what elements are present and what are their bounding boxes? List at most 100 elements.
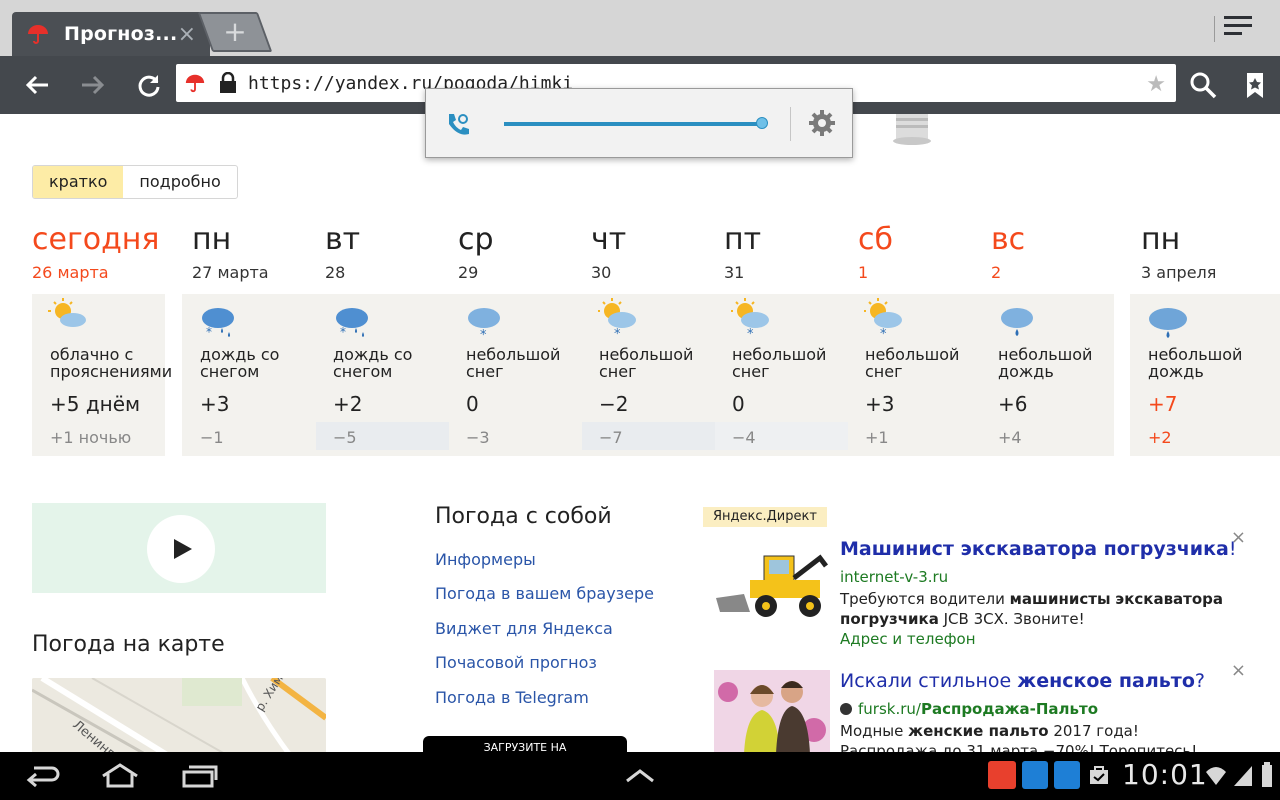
map-graphic: Ленинградское р. Химка (32, 678, 326, 758)
view-toggle: кратко подробно (32, 165, 238, 199)
ad-text: Требуются водители машинисты экскаватора… (840, 590, 1224, 628)
weather-description: облачно с прояснениями (50, 345, 173, 381)
rain-snow-icon: * (336, 308, 368, 339)
ad-image-coat[interactable] (714, 670, 830, 754)
night-temperature: −4 (732, 428, 756, 447)
weather-with-you-title: Погода с собой (435, 504, 612, 529)
weather-description: небольшой дождь (998, 345, 1093, 381)
day-temperature: +7 (1148, 392, 1178, 416)
reload-icon[interactable] (134, 70, 164, 100)
volume-slider-thumb[interactable] (756, 117, 768, 129)
link-widget[interactable]: Виджет для Яндекса (435, 619, 613, 638)
home-nav-icon[interactable] (100, 762, 140, 790)
ad-extra-link[interactable]: Адрес и телефон (840, 630, 976, 648)
light-snow-icon: * (468, 308, 500, 340)
night-temperature: +1 (865, 428, 889, 447)
bookmarks-icon[interactable] (1240, 70, 1270, 100)
phone-volume-icon (449, 114, 469, 135)
link-browser[interactable]: Погода в вашем браузере (435, 584, 654, 603)
forecast-day[interactable]: сегодня 26 марта (32, 222, 159, 282)
forward-icon[interactable] (78, 70, 108, 100)
toggle-detailed[interactable]: подробно (123, 166, 236, 198)
weather-map[interactable]: Ленинградское р. Химка (32, 678, 326, 758)
sun-snow-icon: * (598, 298, 636, 338)
day-temperature: +5 днём (50, 392, 141, 416)
wrench-icon[interactable] (1054, 761, 1080, 789)
night-temperature: −7 (599, 428, 623, 447)
wrench-icon[interactable] (1022, 761, 1048, 789)
ad-close-icon[interactable]: × (1231, 660, 1246, 681)
weather-description: дождь со снегом (200, 345, 280, 381)
night-temperature: −3 (466, 428, 490, 447)
volume-slider[interactable] (504, 122, 762, 126)
ad-url[interactable]: fursk.ru/Распродажа-Пальто (840, 700, 1098, 718)
back-nav-icon[interactable] (24, 764, 60, 788)
lock-icon (220, 72, 236, 93)
svg-text:*: * (340, 325, 346, 339)
link-informers[interactable]: Информеры (435, 550, 536, 569)
ad-title[interactable]: Искали стильное женское пальто? (840, 670, 1205, 692)
divider (1214, 16, 1215, 42)
aliexpress-icon[interactable] (988, 761, 1016, 789)
chevron-up-icon[interactable] (624, 768, 656, 784)
ad-image-excavator[interactable] (714, 538, 830, 622)
browser-tab[interactable]: Прогноз... × (12, 12, 210, 56)
forecast-day[interactable]: вт 28 (325, 222, 360, 282)
new-tab-button[interactable]: + (197, 12, 273, 52)
forecast-day[interactable]: пн 27 марта (192, 222, 269, 282)
day-temperature: −2 (599, 392, 629, 416)
rain-snow-icon: * (202, 308, 234, 339)
sun-snow-icon: * (731, 298, 769, 338)
svg-text:*: * (206, 325, 212, 339)
day-temperature: +3 (865, 392, 895, 416)
browser-tab-strip: Прогноз... × + (0, 0, 1280, 56)
ad-close-icon[interactable]: × (1231, 527, 1246, 548)
divider (790, 107, 791, 141)
map-section-title: Погода на карте (32, 632, 225, 657)
ad-title[interactable]: Машинист экскаватора погрузчика! (840, 538, 1236, 560)
favicon-icon (840, 703, 852, 715)
briefcase-check-icon[interactable] (1088, 764, 1110, 786)
wifi-icon (1206, 767, 1226, 785)
svg-text:*: * (880, 327, 887, 338)
forecast-day[interactable]: ср 29 (458, 222, 494, 282)
light-rain-icon (1001, 308, 1033, 336)
play-icon[interactable] (147, 515, 215, 583)
recent-apps-icon[interactable] (180, 764, 220, 788)
forecast-day[interactable]: чт 30 (591, 222, 626, 282)
weather-description: небольшой дождь (1148, 345, 1243, 381)
signal-icon (1234, 766, 1252, 786)
tab-close-icon[interactable]: × (178, 22, 196, 47)
umbrella-icon (185, 74, 205, 93)
link-telegram[interactable]: Погода в Telegram (435, 688, 589, 707)
plus-icon: + (223, 15, 247, 48)
bookmark-star-icon[interactable]: ★ (1146, 72, 1166, 97)
day-temperature: +6 (998, 392, 1028, 416)
forecast-day[interactable]: вс 2 (991, 222, 1025, 282)
back-icon[interactable] (22, 70, 52, 100)
ad-url[interactable]: internet-v-3.ru (840, 568, 948, 586)
day-temperature: +2 (333, 392, 363, 416)
menu-icon[interactable] (1224, 16, 1252, 40)
sun-snow-icon: * (864, 298, 902, 338)
svg-text:*: * (614, 327, 621, 338)
video-player[interactable] (32, 503, 326, 593)
weather-station-icon (893, 114, 931, 145)
tab-title: Прогноз... (64, 23, 178, 45)
search-icon[interactable] (1188, 70, 1218, 100)
forecast-day[interactable]: пн 3 апреля (1141, 222, 1216, 282)
night-temperature: +1 ночью (50, 428, 132, 447)
gear-icon[interactable] (808, 109, 836, 137)
clock: 10:01 (1122, 758, 1208, 791)
screen: Прогноз... × + https://yandex.ru/pogoda/… (0, 0, 1280, 800)
yandex-direct-label: Яндекс.Директ (703, 507, 827, 527)
link-hourly[interactable]: Почасовой прогноз (435, 653, 597, 672)
light-rain-icon (1149, 308, 1187, 338)
weather-description: небольшой снег (732, 345, 827, 381)
night-temperature: +4 (998, 428, 1022, 447)
toggle-short[interactable]: кратко (33, 166, 124, 198)
partly-cloudy-sun-icon (48, 298, 86, 327)
forecast-day[interactable]: пт 31 (724, 222, 761, 282)
forecast-day[interactable]: сб 1 (858, 222, 893, 282)
weather-description: небольшой снег (865, 345, 960, 381)
